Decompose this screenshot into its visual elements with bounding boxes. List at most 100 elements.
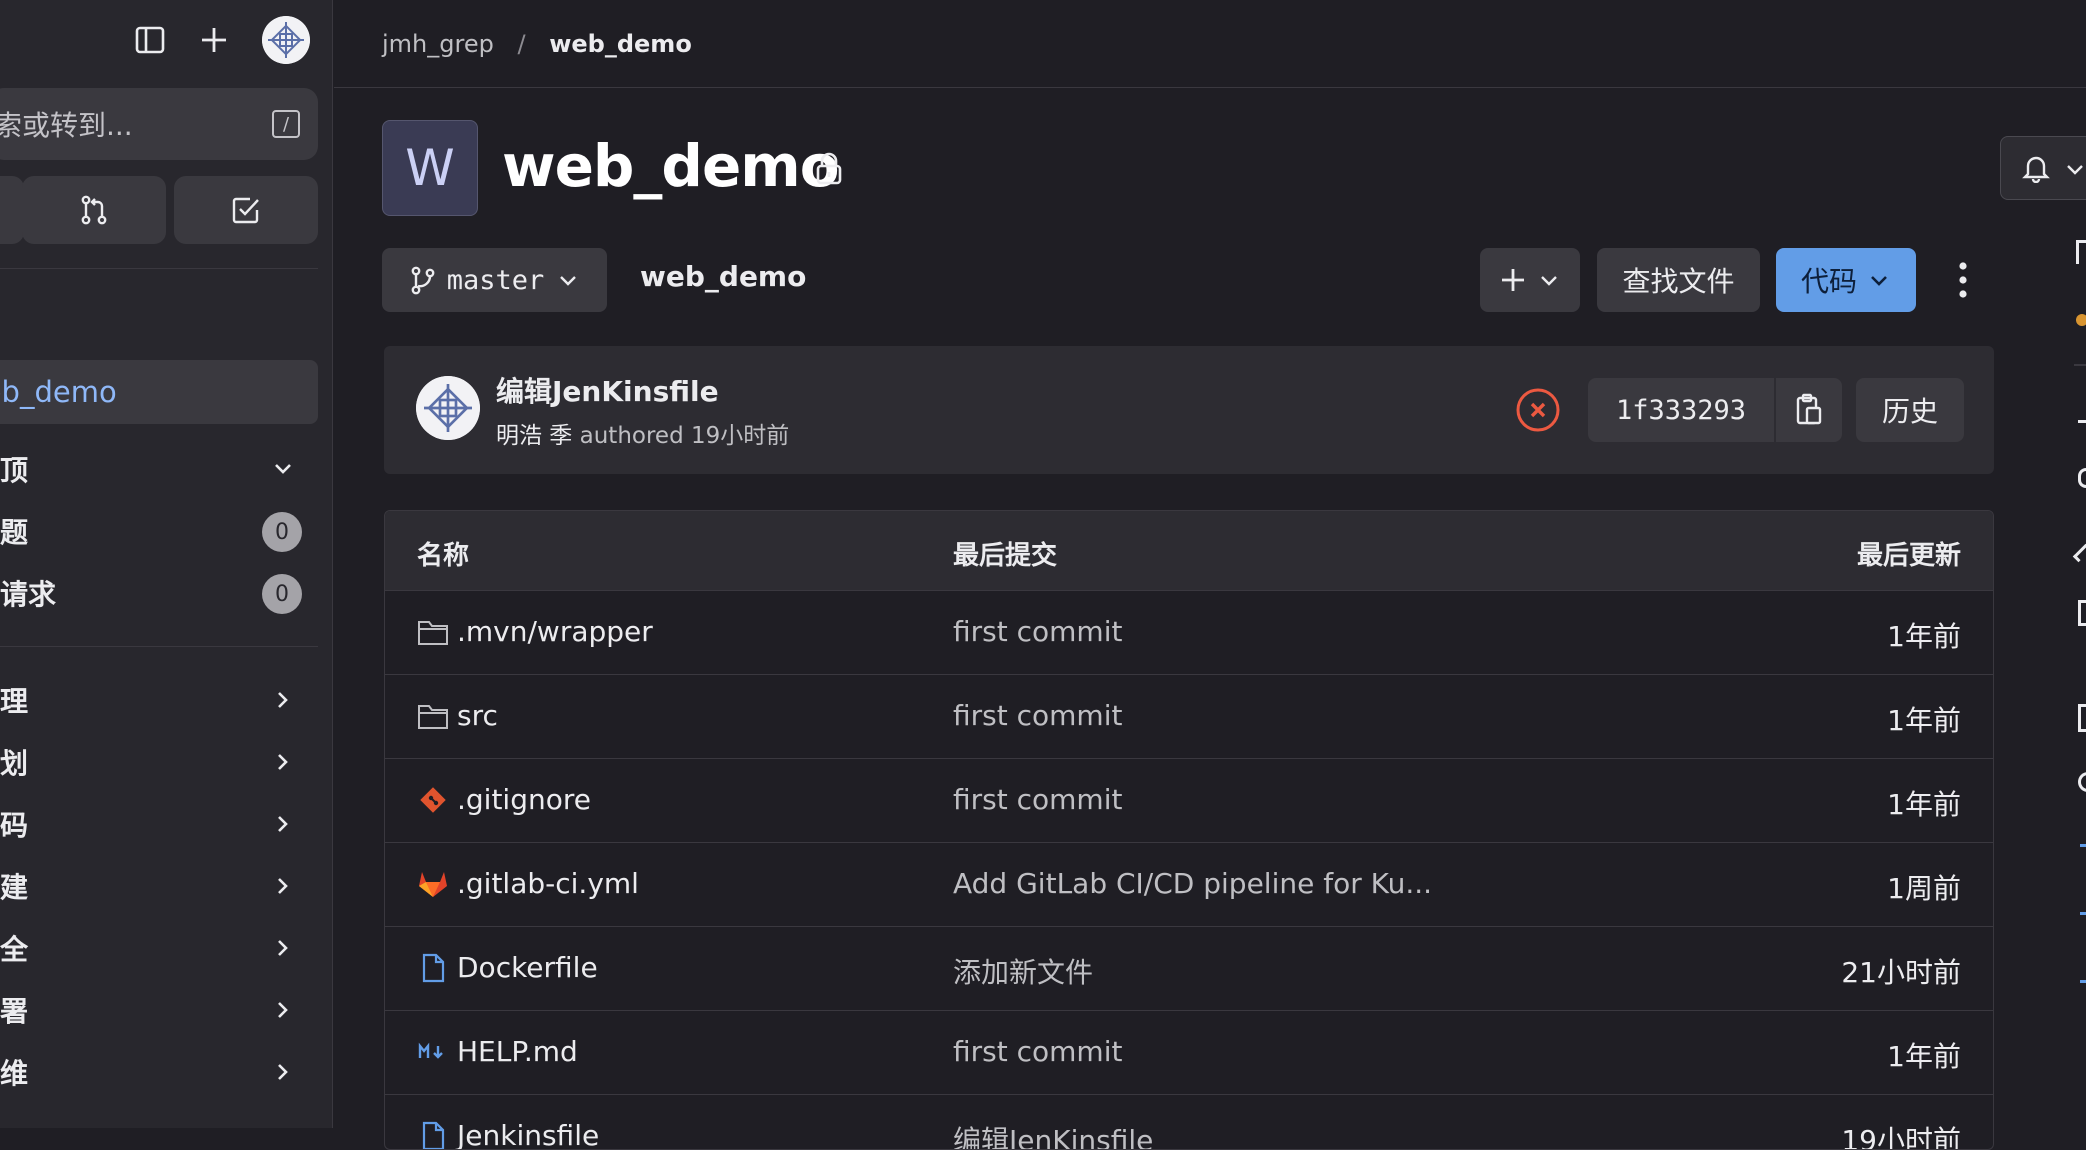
bell-icon — [2022, 156, 2050, 183]
chevron-down-icon — [275, 464, 291, 474]
file-updated-time: 1年前 — [1887, 620, 1961, 653]
commit-sha[interactable]: 1f333293 — [1588, 378, 1774, 442]
code-button-label: 代码 — [1800, 265, 1857, 298]
file-commit-link[interactable]: first commit — [953, 1035, 1122, 1068]
git-icon — [417, 783, 449, 817]
more-actions-icon[interactable] — [1946, 256, 1980, 304]
create-new-icon[interactable] — [192, 18, 236, 62]
table-row[interactable]: Jenkinsfile 编辑JenKinsfile 19小时前 — [385, 1095, 1993, 1149]
notification-settings-button[interactable] — [2000, 136, 2086, 200]
rail-link-marker[interactable] — [2080, 844, 2086, 847]
sidebar-project-link[interactable]: web_demo — [0, 360, 318, 424]
file-name-link[interactable]: .gitlab-ci.yml — [457, 867, 639, 900]
plus-icon — [1502, 269, 1524, 291]
file-commit-link[interactable]: first commit — [953, 699, 1122, 732]
copy-sha-button[interactable] — [1776, 378, 1842, 442]
sidebar-item-operate[interactable]: 运维 — [0, 1043, 318, 1101]
chevron-right-icon — [278, 816, 288, 832]
sidebar-item-code[interactable]: 代码 — [0, 795, 318, 853]
chevron-down-icon — [1541, 276, 1557, 286]
lock-icon — [816, 152, 842, 185]
user-avatar[interactable] — [262, 16, 310, 64]
sidebar-divider — [0, 646, 318, 647]
breadcrumb: jmh_grep / web_demo — [382, 30, 692, 58]
code-dropdown-button[interactable]: 代码 — [1776, 248, 1916, 312]
sidebar-item-label: 计划 — [0, 747, 29, 780]
readme-icon[interactable] — [2078, 704, 2086, 732]
issues-shortcut-button[interactable] — [0, 176, 24, 244]
repository-path[interactable]: web_demo — [640, 260, 806, 293]
table-row[interactable]: .gitlab-ci.yml Add GitLab CI/CD pipeline… — [385, 843, 1993, 927]
rail-link-marker[interactable] — [2080, 980, 2086, 983]
sidebar-item-merge-requests[interactable]: 合并请求 0 — [0, 564, 318, 622]
merge-requests-shortcut-button[interactable] — [22, 176, 166, 244]
file-table: 名称 最后提交 最后更新 .mvn/wrapper first commit 1… — [384, 510, 1994, 1150]
table-row[interactable]: src first commit 1年前 — [385, 675, 1993, 759]
file-name-link[interactable]: .gitignore — [457, 783, 591, 816]
commits-icon[interactable] — [2078, 420, 2086, 423]
sidebar-item-issues[interactable]: 议题 0 — [0, 502, 318, 560]
storage-icon[interactable] — [2078, 600, 2086, 626]
star-indicator-icon — [2076, 314, 2086, 326]
table-row[interactable]: .gitignore first commit 1年前 — [385, 759, 1993, 843]
sidebar-item-label: 合并请求 — [0, 578, 57, 611]
sidebar-item-deploy[interactable]: 部署 — [0, 981, 318, 1039]
commit-author-avatar[interactable] — [416, 376, 480, 440]
file-commit-link[interactable]: Add GitLab CI/CD pipeline for Ku... — [953, 867, 1432, 900]
sidebar-item-label: 议题 — [0, 516, 29, 549]
chevron-right-icon — [278, 1064, 288, 1080]
tags-icon[interactable] — [2072, 543, 2086, 563]
pipeline-failed-icon[interactable] — [1514, 386, 1562, 434]
commit-title-link[interactable]: 编辑JenKinsfile — [496, 370, 719, 410]
commit-authored-time: authored 19小时前 — [579, 423, 790, 449]
count-badge: 0 — [262, 512, 302, 552]
table-row[interactable]: .mvn/wrapper first commit 1年前 — [385, 591, 1993, 675]
file-commit-link[interactable]: first commit — [953, 615, 1122, 648]
sidebar-pinned-toggle[interactable]: 置顶 — [0, 440, 318, 498]
file-commit-link[interactable]: 添加新文件 — [953, 951, 1093, 991]
branch-selector[interactable]: master — [382, 248, 607, 312]
sidebar-item-build[interactable]: 构建 — [0, 857, 318, 915]
todo-shortcut-button[interactable] — [174, 176, 318, 244]
top-bar: jmh_grep / web_demo — [334, 0, 2086, 88]
rail-link-marker[interactable] — [2080, 912, 2086, 915]
commit-author-link[interactable]: 明浩 季 — [496, 423, 572, 449]
chevron-right-icon — [278, 754, 288, 770]
history-button[interactable]: 历史 — [1856, 378, 1964, 442]
branches-icon[interactable] — [2078, 468, 2086, 488]
commit-meta: 明浩 季 authored 19小时前 — [496, 416, 789, 450]
add-file-dropdown-button[interactable] — [1480, 248, 1580, 312]
file-updated-time: 21小时前 — [1841, 956, 1961, 989]
file-name-link[interactable]: src — [457, 699, 498, 732]
sidebar-item-label: 代码 — [0, 809, 29, 842]
project-info-rail — [2072, 240, 2086, 1128]
sidebar-item-label: 部署 — [0, 995, 29, 1028]
file-commit-link[interactable]: first commit — [953, 783, 1122, 816]
file-name-link[interactable]: .mvn/wrapper — [457, 615, 653, 648]
file-icon — [417, 1119, 449, 1149]
file-name-link[interactable]: Jenkinsfile — [457, 1119, 599, 1149]
search-placeholder: 搜索或转到... — [0, 109, 133, 142]
breadcrumb-separator: / — [517, 29, 526, 58]
breadcrumb-current-project[interactable]: web_demo — [549, 30, 692, 58]
file-name-link[interactable]: Dockerfile — [457, 951, 598, 984]
breadcrumb-group-link[interactable]: jmh_grep — [382, 30, 494, 58]
toggle-sidebar-icon[interactable] — [128, 18, 172, 62]
sidebar-item-secure[interactable]: 安全 — [0, 919, 318, 977]
sidebar-item-label: 运维 — [0, 1057, 29, 1090]
sidebar-item-label: 构建 — [0, 871, 29, 904]
find-file-button[interactable]: 查找文件 — [1597, 248, 1760, 312]
count-badge: 0 — [262, 574, 302, 614]
file-name-link[interactable]: HELP.md — [457, 1035, 578, 1068]
table-row[interactable]: Dockerfile 添加新文件 21小时前 — [385, 927, 1993, 1011]
sidebar-item-plan[interactable]: 计划 — [0, 733, 318, 791]
file-commit-link[interactable]: 编辑JenKinsfile — [953, 1119, 1153, 1149]
table-row[interactable]: HELP.md first commit 1年前 — [385, 1011, 1993, 1095]
sidebar-item-manage[interactable]: 管理 — [0, 671, 318, 729]
file-updated-time: 1年前 — [1887, 704, 1961, 737]
clipboard-icon — [1796, 393, 1822, 425]
search-or-goto-input[interactable]: 搜索或转到... / — [0, 88, 318, 160]
folder-icon — [417, 699, 449, 733]
chevron-down-icon — [560, 276, 577, 286]
license-icon[interactable] — [2078, 772, 2086, 792]
